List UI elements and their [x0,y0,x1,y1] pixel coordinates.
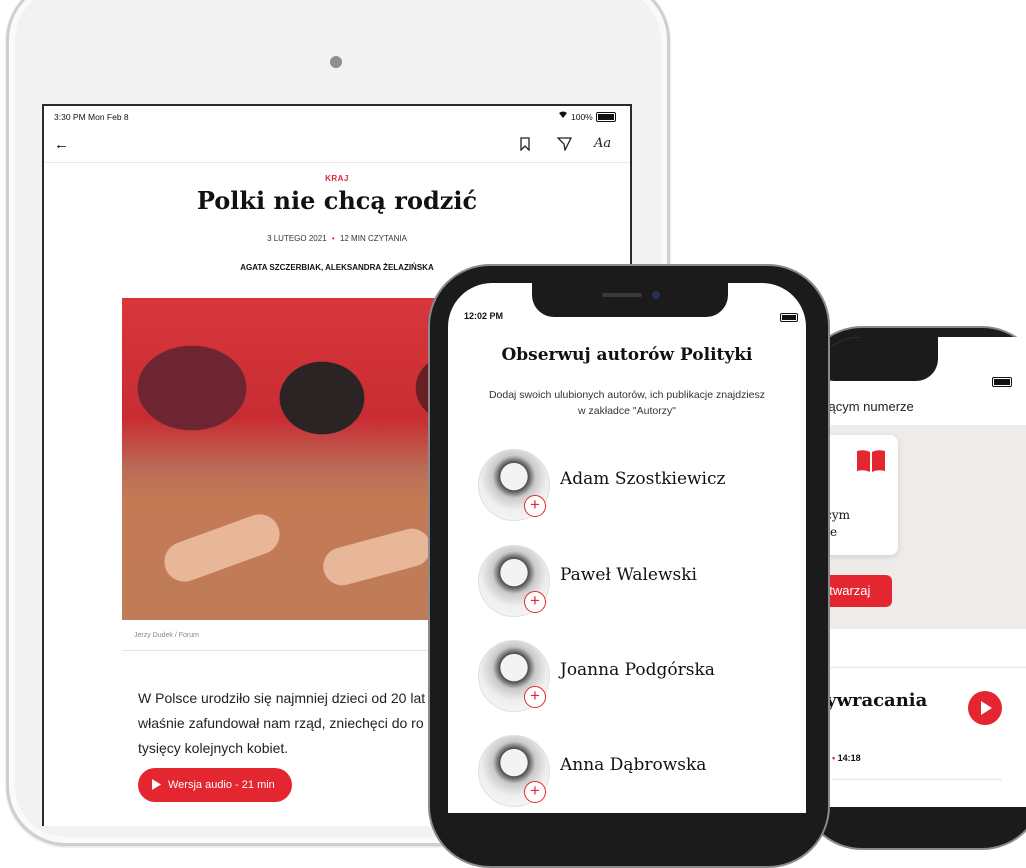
play-icon [152,779,161,793]
episode-meta: • 14:18 [832,753,861,763]
notch [532,283,728,317]
author-row[interactable]: + Paweł Walewski [448,537,806,632]
body-line: W Polsce urodziło się najmniej dzieci od… [138,690,426,706]
back-phone-screen: żącym numerze ącym rze dtwarzaj ywracani… [812,337,1026,807]
read-time: 12 MIN CZYTANIA [339,234,407,243]
battery-icon [596,112,616,122]
camera-icon [652,291,660,299]
follow-plus-icon[interactable]: + [524,781,546,803]
battery-icon [780,313,798,322]
article-body: W Polsce urodziło się najmniej dzieci od… [138,686,425,761]
author-row[interactable]: + Adam Szostkiewicz [448,441,806,536]
play-button[interactable] [968,691,1002,725]
wifi-icon [558,110,568,122]
article-date: 3 LUTEGO 2021 [267,234,327,243]
author-row[interactable]: + Anna Dąbrowska [448,727,806,813]
speaker-icon [602,293,642,297]
status-time: 3:30 PM Mon Feb 8 [54,112,129,122]
battery-icon [992,377,1012,387]
screen-heading: Obserwuj autorów Polityki [501,345,753,365]
author-name: Paweł Walewski [560,565,697,585]
divider [812,667,1026,668]
meta-separator: • [832,753,836,763]
camera-icon [330,56,342,68]
author-name: Joanna Podgórska [560,660,715,680]
battery-percent: 100% [571,112,593,122]
playlist-title: ywracania [826,690,928,711]
text-size-icon[interactable]: Aa [594,136,611,151]
subtext-line: w zakładce "Autorzy" [578,405,676,417]
body-line: tysięcy kolejnych kobiet. [138,740,289,756]
status-bar: 3:30 PM Mon Feb 8 100% [44,106,630,128]
notch [812,337,938,381]
section-header: żącym numerze [822,399,914,414]
back-arrow-icon[interactable]: ← [54,136,69,153]
audio-version-button[interactable]: Wersja audio - 21 min [138,768,292,802]
doll-shape [158,508,286,588]
subtext-line: Dodaj swoich ulubionych autorów, ich pub… [488,389,766,401]
follow-plus-icon[interactable]: + [524,591,546,613]
photo-credit: Jerzy Dudek / Forum [134,632,199,639]
screen-subtext: Dodaj swoich ulubionych autorów, ich pub… [448,387,806,419]
author-name: Adam Szostkiewicz [560,469,726,489]
audio-button-label: Wersja audio - 21 min [168,779,275,791]
status-time: 12:02 PM [464,311,504,321]
article-meta: 3 LUTEGO 2021 • 12 MIN CZYTANIA [44,234,630,243]
follow-plus-icon[interactable]: + [524,495,546,517]
author-row[interactable]: + Joanna Podgórska [448,632,806,727]
author-name: Anna Dąbrowska [560,755,707,775]
front-phone-screen: 12:02 PM Obserwuj autorów Polityki Dodaj… [448,283,806,813]
episode-duration: 14:18 [837,753,861,763]
section-label: KRAJ [325,174,349,183]
divider [832,779,1002,780]
doll-shape [318,524,436,590]
article-toolbar: ← Aa [44,128,630,163]
follow-plus-icon[interactable]: + [524,686,546,708]
meta-separator: • [331,234,335,243]
play-icon [981,701,992,720]
bookmark-icon[interactable] [520,137,530,156]
book-icon [856,449,886,478]
send-icon[interactable] [556,137,573,156]
body-line: właśnie zafundował nam rząd, zniechęci d… [138,715,424,731]
current-issue-panel: ącym rze dtwarzaj [812,425,1026,629]
article-title: Polki nie chcą rodzić [196,186,478,215]
